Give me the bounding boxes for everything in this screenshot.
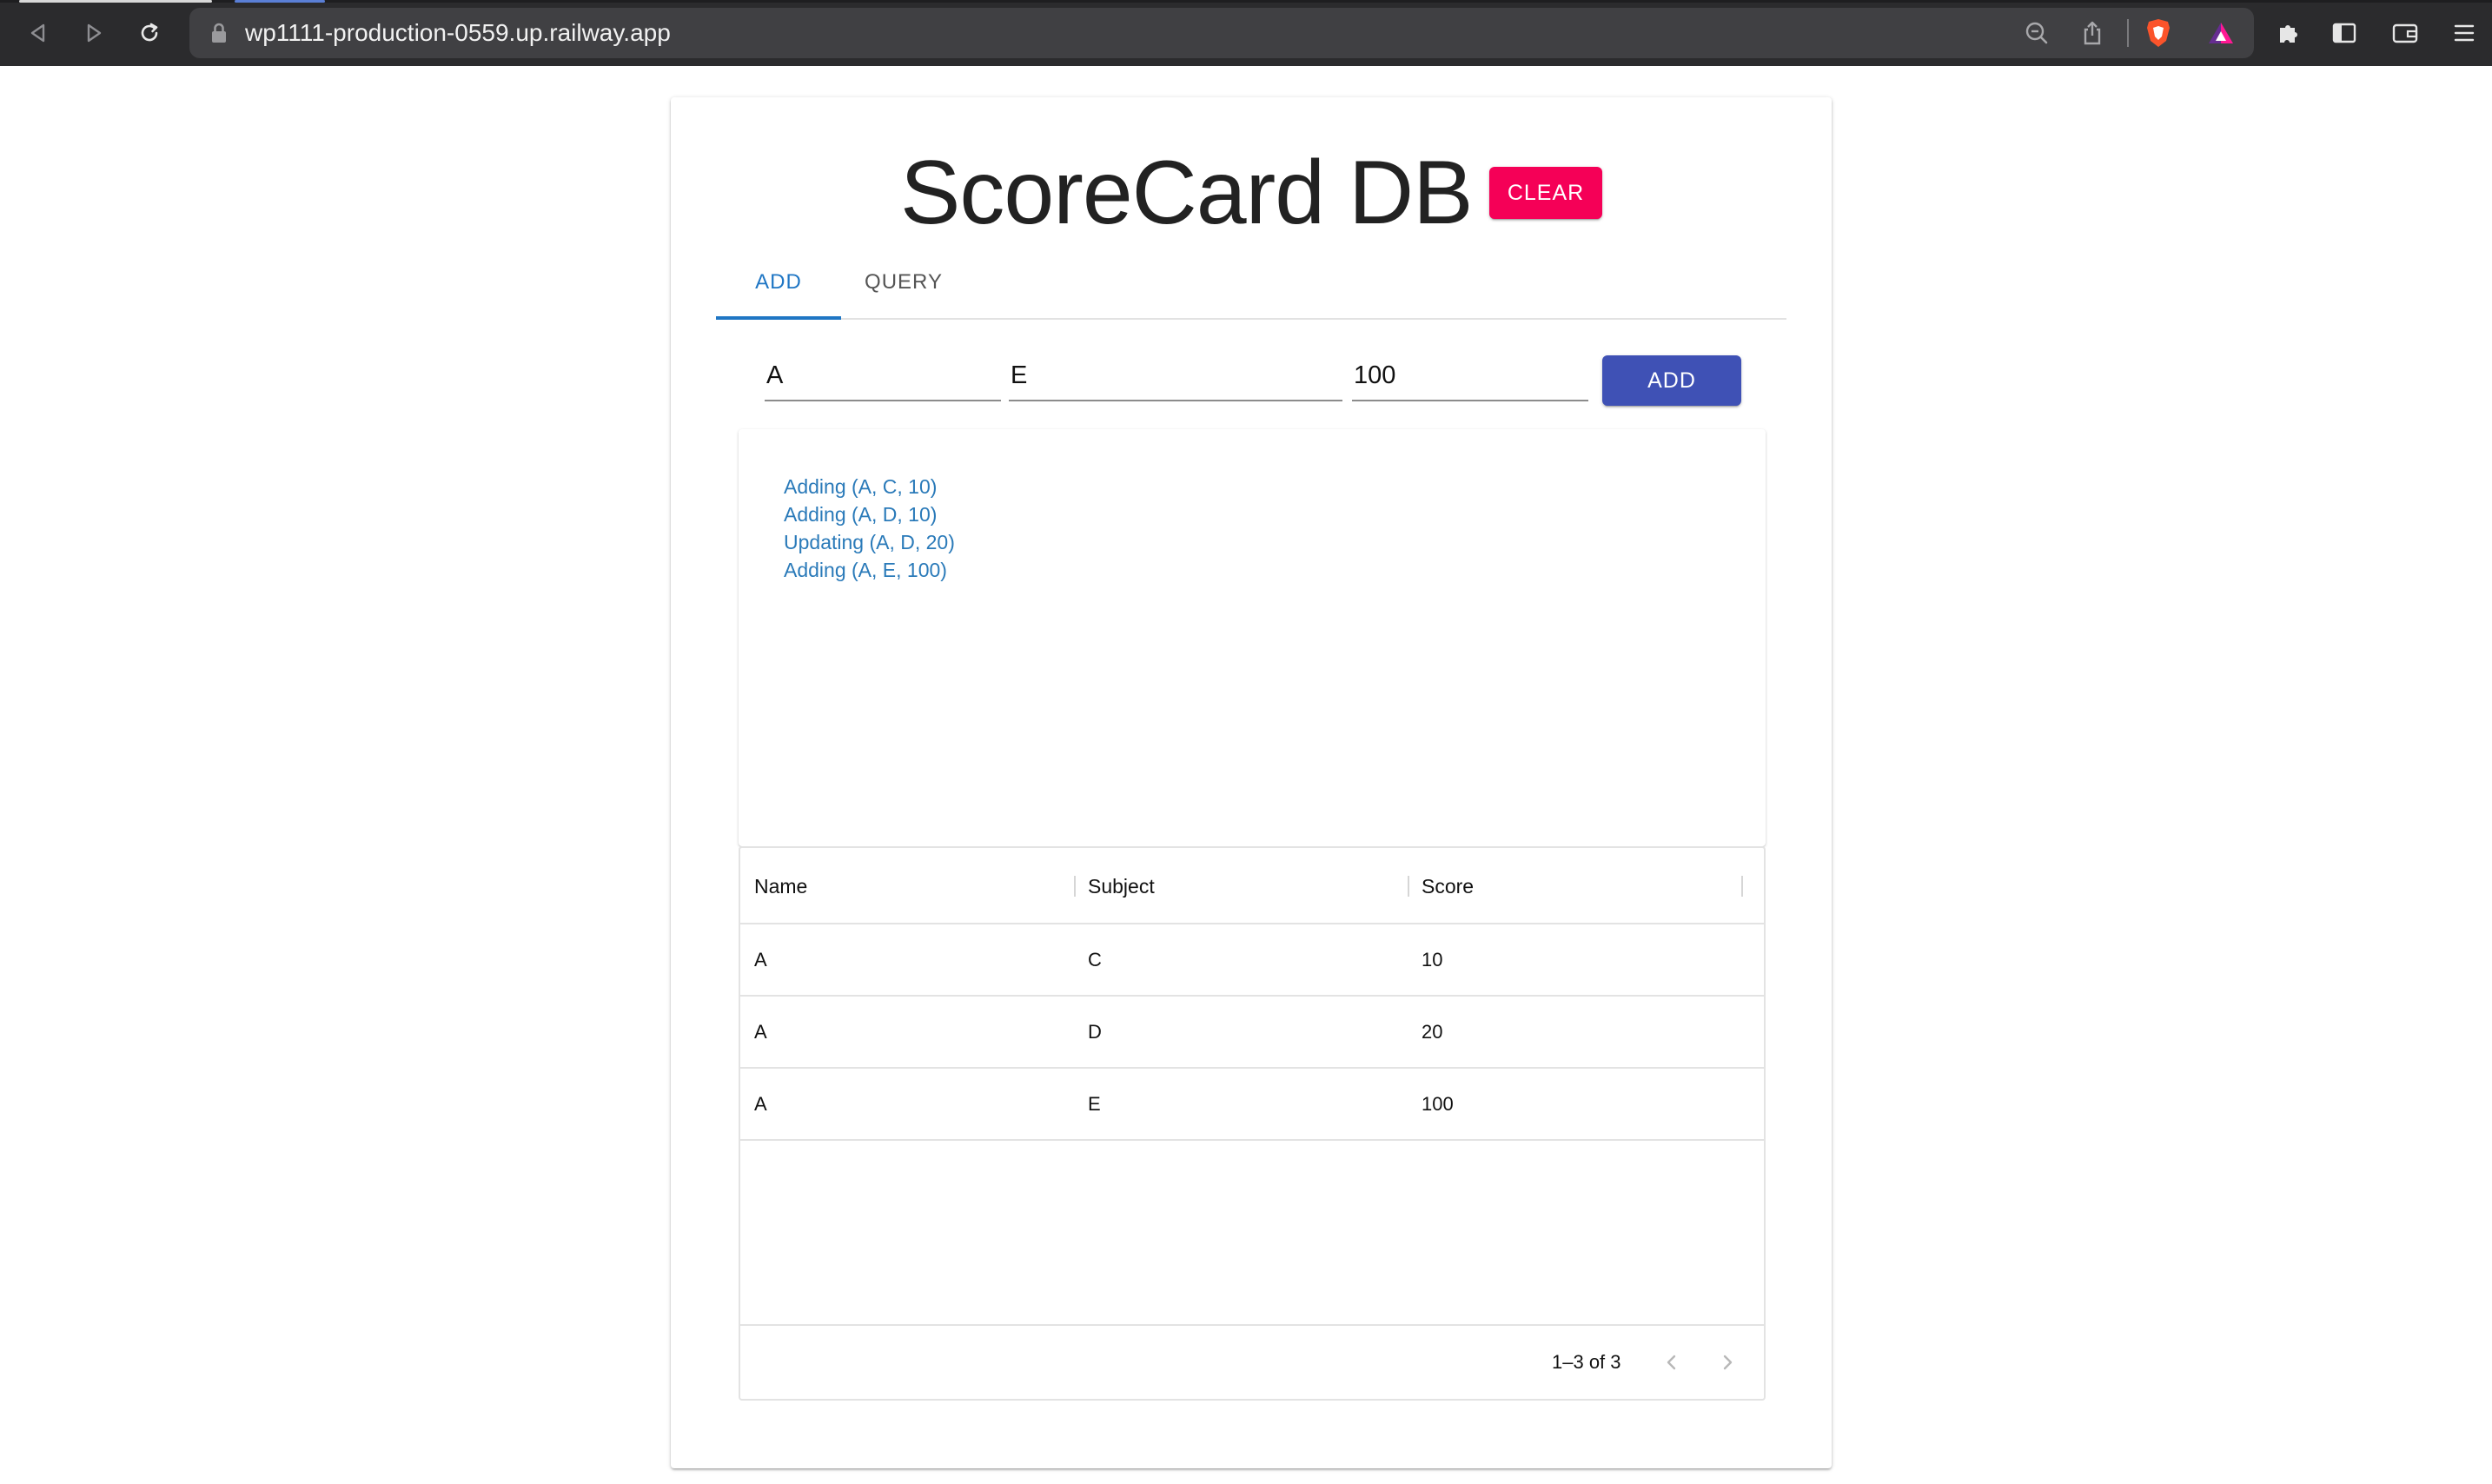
- lock-icon: [202, 16, 236, 50]
- column-header-subject[interactable]: Subject: [1088, 848, 1155, 924]
- forward-icon[interactable]: [76, 16, 111, 50]
- score-input[interactable]: 100: [1352, 354, 1588, 401]
- share-icon[interactable]: [2075, 16, 2110, 50]
- log-message: Updating (A, D, 20): [784, 531, 955, 553]
- cell-subject: E: [1088, 1093, 1101, 1115]
- table-row[interactable]: A C 10: [740, 924, 1764, 997]
- browser-tab-active[interactable]: [19, 0, 212, 3]
- menu-icon[interactable]: [2447, 16, 2482, 50]
- subject-input[interactable]: E: [1009, 354, 1342, 401]
- previous-page-icon[interactable]: [1654, 1345, 1689, 1380]
- sidebar-icon[interactable]: [2327, 16, 2362, 50]
- cell-name: A: [754, 1021, 767, 1043]
- score-table: Name Subject Score A C 10 A D 20 A E 100…: [739, 846, 1766, 1401]
- log-message: Adding (A, E, 100): [784, 559, 947, 581]
- cell-subject: D: [1088, 1021, 1102, 1043]
- extensions-icon[interactable]: [2271, 16, 2306, 50]
- table-row[interactable]: A D 20: [740, 997, 1764, 1069]
- clear-button[interactable]: CLEAR: [1489, 167, 1602, 219]
- page-title: ScoreCard DB: [900, 142, 1473, 243]
- table-header: Name Subject Score: [740, 848, 1764, 924]
- zoom-out-icon[interactable]: [2019, 16, 2054, 50]
- brave-shield-icon[interactable]: [2141, 16, 2176, 50]
- address-bar[interactable]: wp1111-production-0559.up.railway.app: [189, 8, 2254, 58]
- add-button[interactable]: ADD: [1602, 355, 1741, 406]
- column-header-score[interactable]: Score: [1422, 848, 1474, 924]
- table-row[interactable]: A E 100: [740, 1069, 1764, 1141]
- column-separator[interactable]: [1074, 876, 1076, 897]
- message-log: Adding (A, C, 10) Adding (A, D, 10) Upda…: [739, 429, 1766, 846]
- cell-score: 10: [1422, 949, 1443, 971]
- cell-score: 100: [1422, 1093, 1454, 1115]
- cell-score: 20: [1422, 1021, 1443, 1043]
- back-icon[interactable]: [21, 16, 56, 50]
- browser-tab[interactable]: [235, 0, 325, 3]
- scorecard-card: ScoreCard DB CLEAR ADD QUERY A E 100 ADD…: [671, 97, 1832, 1468]
- url-divider: [2127, 19, 2129, 47]
- cell-name: A: [754, 1093, 767, 1115]
- log-message: Adding (A, C, 10): [784, 475, 938, 498]
- url-text: wp1111-production-0559.up.railway.app: [245, 19, 671, 46]
- next-page-icon[interactable]: [1710, 1345, 1745, 1380]
- tab-strip: [0, 0, 2492, 3]
- browser-toolbar: wp1111-production-0559.up.railway.app: [0, 0, 2492, 66]
- cell-name: A: [754, 949, 767, 971]
- reload-icon[interactable]: [132, 16, 167, 50]
- active-tab-indicator: [716, 316, 841, 320]
- log-message: Adding (A, D, 10): [784, 503, 938, 526]
- column-separator[interactable]: [1408, 876, 1409, 897]
- tab-query[interactable]: QUERY: [841, 247, 966, 318]
- column-header-name[interactable]: Name: [754, 848, 807, 924]
- tab-bar: ADD QUERY: [716, 247, 1786, 320]
- brave-rewards-icon[interactable]: [2204, 16, 2238, 50]
- table-pagination: 1–3 of 3: [740, 1324, 1764, 1399]
- log-list: Adding (A, C, 10) Adding (A, D, 10) Upda…: [784, 473, 955, 584]
- name-input[interactable]: A: [765, 354, 1001, 401]
- wallet-icon[interactable]: [2388, 16, 2422, 50]
- cell-subject: C: [1088, 949, 1102, 971]
- tab-add[interactable]: ADD: [716, 247, 841, 318]
- pagination-label: 1–3 of 3: [1552, 1351, 1621, 1373]
- column-separator[interactable]: [1741, 876, 1743, 897]
